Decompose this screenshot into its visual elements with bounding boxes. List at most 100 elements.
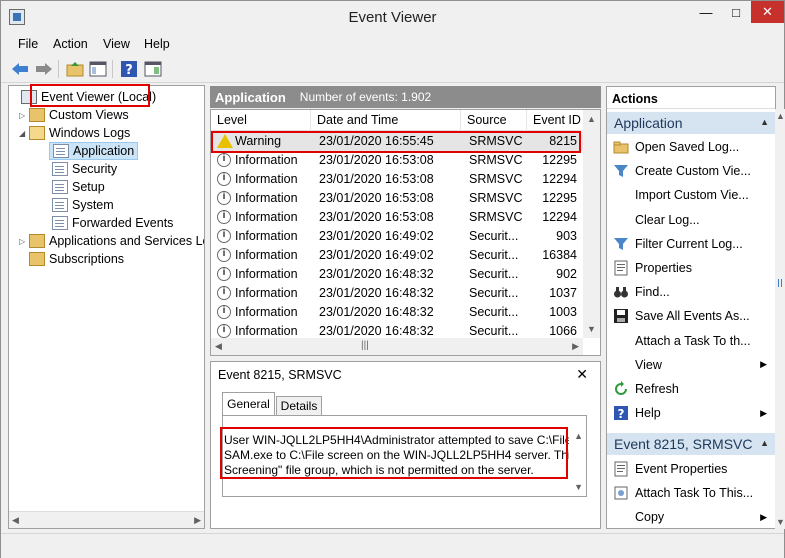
scroll-up-icon[interactable]: ▲	[587, 114, 596, 124]
collapse-caret-icon[interactable]: ▲	[760, 117, 769, 127]
close-button[interactable]: ✕	[751, 1, 784, 23]
menu-action[interactable]: Action	[53, 37, 88, 51]
minimize-button[interactable]: —	[691, 1, 721, 23]
menu-help[interactable]: Help	[144, 37, 170, 51]
expand-arrow-icon[interactable]: ▷	[19, 237, 29, 246]
column-header-event-id[interactable]: Event ID	[527, 110, 583, 131]
actions-section-event[interactable]: Event 8215, SRMSVC ▲	[607, 433, 775, 455]
back-arrow-icon[interactable]	[10, 59, 30, 79]
action-refresh[interactable]: Refresh	[607, 377, 775, 401]
tree-node-setup[interactable]: Setup	[52, 178, 105, 196]
cell-level: Information	[235, 248, 298, 262]
toolbar-divider	[112, 60, 113, 78]
table-row[interactable]: Information 23/01/2020 16:49:02 Securit...…	[211, 227, 583, 246]
menu-view[interactable]: View	[103, 37, 130, 51]
warning-icon	[217, 134, 233, 148]
menu-file[interactable]: File	[18, 37, 38, 51]
tree-node-security[interactable]: Security	[52, 160, 117, 178]
scroll-down-icon[interactable]: ▼	[574, 482, 583, 492]
scroll-right-icon[interactable]: ▶	[194, 515, 201, 526]
tree-node-apps-services[interactable]: ▷ Applications and Services Lo	[19, 232, 204, 250]
show-hide-tree-icon[interactable]	[88, 59, 108, 79]
information-icon	[217, 191, 231, 205]
scroll-up-icon[interactable]: ▲	[574, 431, 583, 441]
action-save-all-events-as[interactable]: Save All Events As...	[607, 304, 775, 328]
tree-node-application[interactable]: Application	[49, 142, 139, 160]
collapse-arrow-icon[interactable]: ◢	[19, 129, 29, 138]
action-open-saved-log[interactable]: Open Saved Log...	[607, 135, 775, 159]
action-copy[interactable]: Copy ▶	[607, 505, 775, 528]
cell-date: 23/01/2020 16:53:08	[319, 191, 434, 205]
help-icon: ?	[613, 405, 629, 421]
event-description-text: User WIN-JQLL2LP5HH4\Administrator attem…	[224, 433, 569, 477]
expand-arrow-icon[interactable]: ▷	[19, 111, 29, 120]
help-icon[interactable]: ?	[119, 59, 139, 79]
up-folder-icon[interactable]	[65, 59, 85, 79]
action-attach-task-to-this[interactable]: Attach Task To This...	[607, 481, 775, 505]
action-import-custom-vie[interactable]: Import Custom Vie...	[607, 183, 775, 207]
scroll-up-icon[interactable]: ▲	[776, 111, 785, 121]
tab-details[interactable]: Details	[276, 396, 322, 416]
table-row[interactable]: Information 23/01/2020 16:53:08 SRMSVC 1229…	[211, 170, 583, 189]
svg-text:?: ?	[618, 407, 625, 421]
table-row[interactable]: Information 23/01/2020 16:48:32 Securit...…	[211, 284, 583, 303]
table-row[interactable]: Information 23/01/2020 16:53:08 SRMSVC 1229…	[211, 189, 583, 208]
table-row[interactable]: Warning 23/01/2020 16:55:45 SRMSVC 8215	[211, 132, 583, 151]
collapse-caret-icon[interactable]: ▲	[760, 438, 769, 448]
event-description-box[interactable]: User WIN-JQLL2LP5HH4\Administrator attem…	[222, 415, 587, 497]
show-action-pane-icon[interactable]	[143, 59, 163, 79]
action-create-custom-vie[interactable]: Create Custom Vie...	[607, 159, 775, 183]
tree-node-windows-logs[interactable]: ◢ Windows Logs	[19, 124, 130, 142]
column-header-date[interactable]: Date and Time	[311, 110, 461, 131]
tree-node-subscriptions[interactable]: Subscriptions	[29, 250, 124, 268]
tree-node-custom-views[interactable]: ▷ Custom Views	[19, 106, 129, 124]
action-event-properties[interactable]: Event Properties	[607, 457, 775, 481]
actions-pane: Actions Application ▲ Open Saved Log... C…	[606, 86, 776, 529]
forward-arrow-icon[interactable]	[34, 59, 54, 79]
scroll-grip-icon[interactable]: |||	[361, 340, 369, 351]
event-list-vertical-scrollbar[interactable]: ▲ ▼	[583, 110, 600, 338]
information-icon	[217, 324, 231, 338]
event-list-horizontal-scrollbar[interactable]: ◀ ||| ▶	[211, 338, 583, 355]
actions-section-application[interactable]: Application ▲	[607, 112, 775, 134]
action-label: Properties	[635, 261, 692, 275]
action-help[interactable]: ? Help ▶	[607, 401, 775, 425]
tree-node-forwarded-events[interactable]: Forwarded Events	[52, 214, 173, 232]
tree-node-root[interactable]: Event Viewer (Local)	[11, 88, 156, 106]
column-header-source[interactable]: Source	[461, 110, 527, 131]
log-icon	[52, 198, 68, 212]
scroll-left-icon[interactable]: ◀	[12, 515, 19, 526]
scroll-left-icon[interactable]: ◀	[215, 341, 222, 352]
cell-event-id: 12295	[542, 153, 577, 167]
cell-level: Information	[235, 267, 298, 281]
blank-icon	[613, 357, 629, 373]
column-header-level[interactable]: Level	[211, 110, 311, 131]
close-detail-icon[interactable]: ✕	[576, 366, 588, 383]
action-clear-log[interactable]: Clear Log...	[607, 208, 775, 232]
table-row[interactable]: Information 23/01/2020 16:48:32 Securit...…	[211, 265, 583, 284]
scroll-down-icon[interactable]: ▼	[776, 517, 785, 527]
table-row[interactable]: Information 23/01/2020 16:48:32 Securit...…	[211, 303, 583, 322]
tree-label-root: Event Viewer (Local)	[41, 90, 157, 104]
cell-event-id: 16384	[542, 248, 577, 262]
tab-general[interactable]: General	[222, 392, 275, 416]
maximize-button[interactable]: □	[721, 1, 751, 23]
scroll-down-icon[interactable]: ▼	[587, 324, 596, 334]
tree-node-system[interactable]: System	[52, 196, 114, 214]
action-attach-a-task-to-th[interactable]: Attach a Task To th...	[607, 329, 775, 353]
action-filter-current-log[interactable]: Filter Current Log...	[607, 232, 775, 256]
actions-vertical-scrollbar[interactable]: ▲ ▼	[775, 109, 785, 529]
tree-horizontal-scrollbar[interactable]: ◀ ▶	[9, 511, 204, 528]
action-label: Attach Task To This...	[635, 486, 754, 501]
table-row[interactable]: Information 23/01/2020 16:53:08 SRMSVC 1229…	[211, 151, 583, 170]
action-view[interactable]: View ▶	[607, 353, 775, 377]
table-row[interactable]: Information 23/01/2020 16:49:02 Securit...…	[211, 246, 583, 265]
tree-label-application: Application	[73, 144, 135, 158]
scroll-right-icon[interactable]: ▶	[572, 341, 579, 352]
action-find[interactable]: Find...	[607, 280, 775, 304]
scroll-grip-icon[interactable]	[778, 279, 782, 287]
table-row[interactable]: Information 23/01/2020 16:53:08 SRMSVC 1229…	[211, 208, 583, 227]
submenu-arrow-icon: ▶	[760, 407, 767, 418]
cell-date: 23/01/2020 16:55:45	[319, 134, 434, 148]
action-properties[interactable]: Properties	[607, 256, 775, 280]
